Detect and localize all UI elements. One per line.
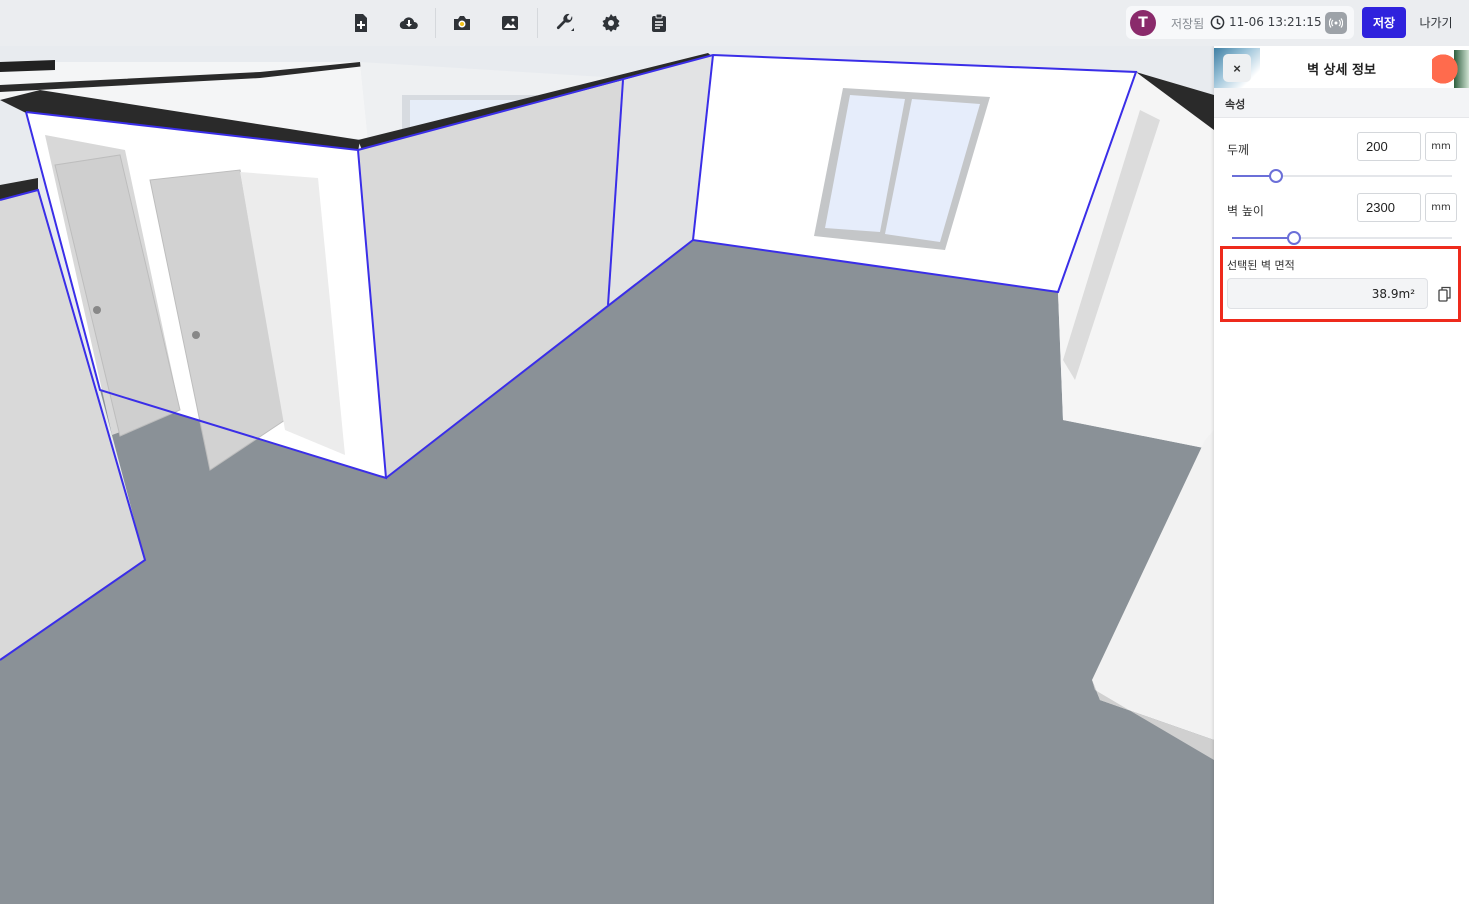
new-file-icon[interactable] [348, 10, 374, 36]
selected-wall-area-label: 선택된 벽 면적 [1227, 259, 1295, 272]
thickness-input[interactable] [1357, 132, 1421, 161]
close-button[interactable]: × [1223, 54, 1251, 82]
save-button[interactable]: 저장 [1362, 7, 1406, 38]
selected-wall-area-field: 38.9m² [1227, 278, 1428, 309]
camera-icon[interactable] [449, 10, 475, 36]
avatar[interactable]: T [1130, 10, 1156, 36]
cloud-download-icon[interactable] [396, 10, 422, 36]
properties-section-header: 속성 [1214, 88, 1469, 118]
wall-height-slider-thumb[interactable] [1286, 231, 1301, 245]
thickness-slider[interactable] [1232, 169, 1452, 183]
panel-header: × 벽 상세 정보 [1214, 46, 1469, 88]
clock-icon [1210, 15, 1225, 30]
saved-status-label: 저장됨 [1171, 17, 1205, 31]
exit-button[interactable]: 나가기 [1414, 7, 1458, 38]
wall-height-unit: mm [1425, 193, 1457, 222]
room-3d-scene[interactable] [0, 46, 1214, 904]
thickness-slider-thumb[interactable] [1269, 169, 1283, 183]
gear-icon[interactable] [598, 10, 624, 36]
wall-height-slider[interactable] [1232, 231, 1452, 245]
image-icon[interactable] [497, 10, 523, 36]
wall-height-input[interactable] [1357, 193, 1421, 222]
panel-title: 벽 상세 정보 [1307, 63, 1376, 78]
clipboard-icon[interactable] [646, 10, 672, 36]
wall-height-label: 벽 높이 [1227, 204, 1264, 218]
3d-viewport[interactable] [0, 46, 1214, 904]
saved-timestamp: 11-06 13:21:15 [1229, 15, 1322, 29]
wall-detail-panel: × 벽 상세 정보 속성 두께 mm 벽 높이 mm 선택된 벽 면적 38.9… [1214, 46, 1469, 904]
section-title: 속성 [1225, 98, 1246, 111]
thickness-label: 두께 [1227, 143, 1250, 157]
thickness-unit: mm [1425, 132, 1457, 161]
broadcast-icon[interactable] [1325, 12, 1347, 34]
top-toolbar: T 저장됨 11-06 13:21:15 저장 나가기 [0, 0, 1469, 46]
copy-icon[interactable] [1438, 286, 1452, 302]
wrench-icon[interactable] [552, 10, 578, 36]
